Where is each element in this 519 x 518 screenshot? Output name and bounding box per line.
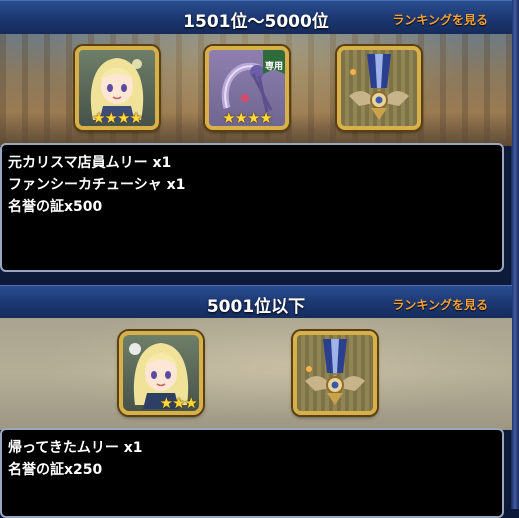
- character-portrait-icon[interactable]: ★★★★: [75, 46, 159, 130]
- star-rating: ★★★★: [222, 109, 273, 127]
- rank-header-1: 1501位〜5000位 ランキングを見る: [0, 0, 512, 36]
- reward-line: 名誉の証x250: [8, 462, 103, 478]
- rank-header-2: 5001位以下 ランキングを見る: [0, 285, 512, 321]
- medal-art: [305, 339, 365, 405]
- reward-line: 名誉の証x500: [8, 199, 103, 215]
- side-edge-bar: [511, 0, 519, 509]
- reward-line: 元カリスマ店員ムリー x1: [8, 155, 172, 171]
- character-portrait-icon[interactable]: ★★★: [119, 331, 203, 415]
- reward-description-2: 帰ってきたムリー x1 名誉の証x250: [0, 428, 504, 518]
- medal-art: [349, 54, 409, 120]
- fancy-katyusha-item-icon[interactable]: 専用 ★★★★: [205, 46, 289, 130]
- view-ranking-link-2[interactable]: ランキングを見る: [392, 296, 488, 313]
- reward-strip-1: ★★★★ 専用 ★★★★: [0, 34, 512, 146]
- reward-description-1: 元カリスマ店員ムリー x1 ファンシーカチューシャ x1 名誉の証x500: [0, 143, 504, 272]
- reward-line: 帰ってきたムリー x1: [8, 440, 143, 456]
- honor-medal-icon[interactable]: [293, 331, 377, 415]
- star-rating: ★★★: [159, 394, 198, 412]
- honor-medal-icon[interactable]: [337, 46, 421, 130]
- reward-line: ファンシーカチューシャ x1: [8, 177, 186, 193]
- reward-strip-2: ★★★: [0, 318, 512, 430]
- view-ranking-link-1[interactable]: ランキングを見る: [392, 11, 488, 28]
- star-rating: ★★★★: [92, 109, 143, 127]
